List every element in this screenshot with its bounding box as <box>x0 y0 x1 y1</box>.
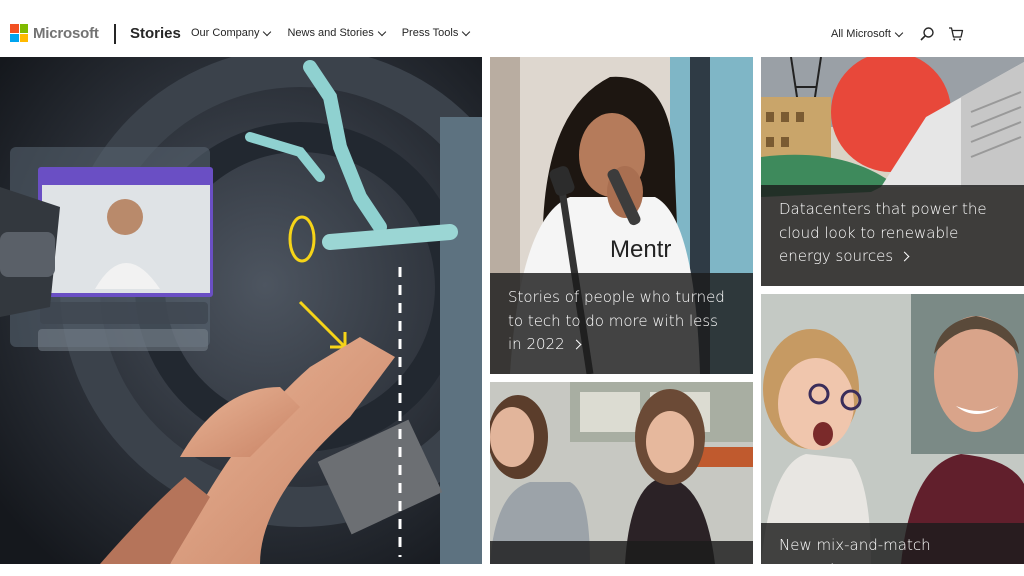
search-button[interactable] <box>919 26 935 42</box>
datacenter-story-tile[interactable]: Datacenters that power the cloud look to… <box>761 57 1024 286</box>
cart-button[interactable] <box>948 26 964 42</box>
women-story-tile[interactable] <box>490 382 753 564</box>
microsoft-logo[interactable]: Microsoft <box>10 24 99 42</box>
main-nav: Our Company News and Stories Press Tools <box>191 27 486 39</box>
caption-text: Datacenters that power the cloud look to… <box>779 200 987 265</box>
story-caption[interactable] <box>490 541 753 564</box>
shopping-cart-icon <box>949 27 964 41</box>
svg-text:Mentr: Mentr <box>610 236 671 263</box>
nav-label: Press Tools <box>401 27 459 39</box>
story-caption[interactable]: Datacenters that power the cloud look to… <box>761 185 1024 286</box>
story-caption[interactable]: Stories of people who turned to tech to … <box>490 273 753 374</box>
search-icon <box>920 27 934 41</box>
all-microsoft-label: All Microsoft <box>831 28 891 40</box>
story-caption[interactable]: New mix-and-match computer <box>761 523 1024 564</box>
nav-our-company[interactable]: Our Company <box>191 27 272 39</box>
chevron-right-icon <box>571 339 582 350</box>
all-microsoft-menu[interactable]: All Microsoft <box>831 28 904 40</box>
hero-story-tile[interactable] <box>0 57 482 564</box>
microsoft-logo-icon <box>10 24 28 42</box>
site-header: Microsoft Stories Our Company News and S… <box>0 0 1024 57</box>
chevron-down-icon <box>894 28 904 37</box>
nav-label: News and Stories <box>287 27 374 39</box>
chevron-down-icon <box>462 27 471 36</box>
nav-label: Our Company <box>191 27 260 39</box>
computer-story-tile[interactable]: New mix-and-match computer <box>761 294 1024 564</box>
chevron-down-icon <box>377 27 386 36</box>
header-divider <box>114 24 116 44</box>
chevron-down-icon <box>263 27 272 36</box>
logo-text: Microsoft <box>33 24 99 42</box>
nav-press-tools[interactable]: Press Tools <box>401 27 471 39</box>
nav-news-and-stories[interactable]: News and Stories <box>287 27 386 39</box>
two-women-smiling-image <box>490 382 753 564</box>
caption-text: Stories of people who turned to tech to … <box>508 288 725 353</box>
caption-text: New mix-and-match computer <box>779 536 931 564</box>
engineer-mixed-reality-image <box>0 57 482 564</box>
stories-brand-link[interactable]: Stories <box>130 25 181 42</box>
tech-story-tile[interactable]: Mentr Stories of people who turned to te… <box>490 57 753 374</box>
chevron-right-icon <box>899 251 910 262</box>
